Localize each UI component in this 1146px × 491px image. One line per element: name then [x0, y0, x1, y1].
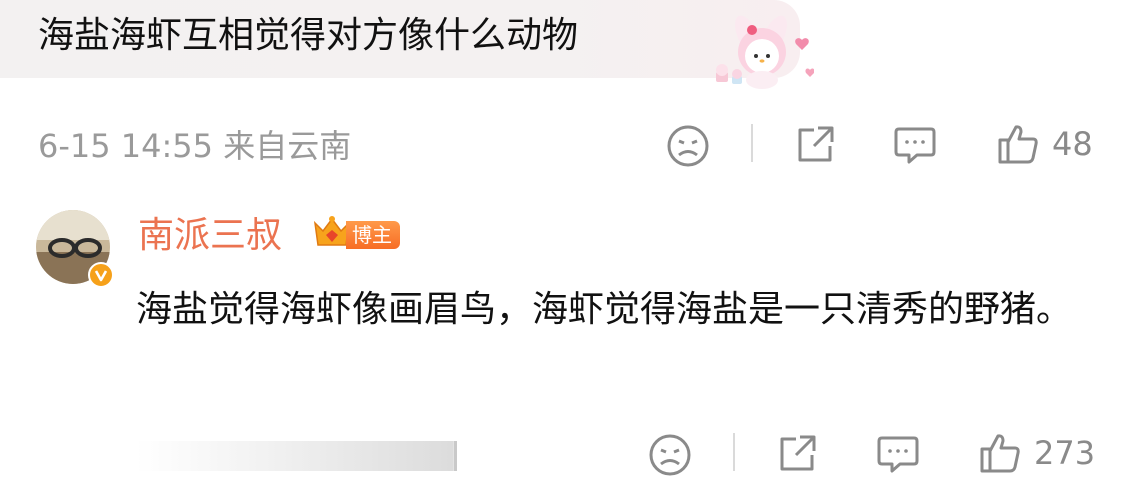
comment-bubble[interactable]: 海盐海虾互相觉得对方像什么动物: [0, 0, 800, 78]
reply-text: 海盐觉得海虾像画眉鸟，海虾觉得海盐是一只清秀的野猪。: [136, 289, 1073, 330]
share-button[interactable]: [776, 433, 818, 475]
share-icon: [794, 124, 836, 166]
comment-meta: 6-15 14:55 来自云南: [38, 127, 352, 165]
comment-button[interactable]: [893, 124, 937, 166]
frown-face-icon: [666, 124, 710, 168]
like-button[interactable]: 48: [996, 122, 1093, 166]
thumbs-up-icon: [978, 431, 1022, 475]
divider: [751, 124, 753, 162]
share-icon: [776, 433, 818, 475]
divider: [733, 433, 735, 471]
verified-v-icon: [88, 262, 114, 288]
username[interactable]: 南派三叔: [138, 211, 282, 261]
blogger-label: 博主: [346, 221, 400, 249]
blogger-badge: 博主: [312, 215, 400, 255]
like-count: 48: [1052, 125, 1093, 163]
dislike-button[interactable]: [666, 124, 710, 168]
thumbs-up-icon: [996, 122, 1040, 166]
dislike-button[interactable]: [648, 433, 692, 477]
comment-button[interactable]: [876, 433, 920, 475]
like-count: 273: [1034, 434, 1096, 472]
fade-bar-edge: [454, 441, 469, 471]
comment-icon: [876, 433, 920, 475]
like-button[interactable]: 273: [978, 431, 1095, 475]
comment-icon: [893, 124, 937, 166]
comment-text: 海盐海虾互相觉得对方像什么动物: [38, 15, 579, 56]
fade-bar: [136, 441, 466, 471]
bunny-sticker-icon: [706, 6, 815, 90]
comment-thread: 海盐海虾互相觉得对方像什么动物 6-15 14:55 来自云南 48 南派三叔 …: [0, 0, 1146, 491]
share-button[interactable]: [794, 124, 836, 166]
frown-face-icon: [648, 433, 692, 477]
